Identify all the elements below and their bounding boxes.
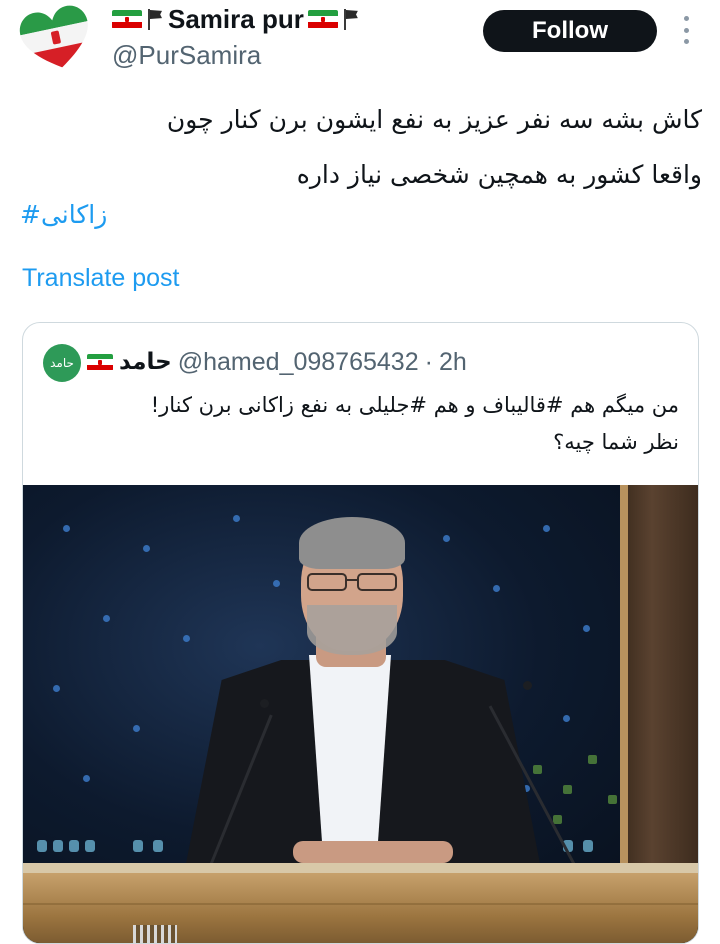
- hashtag-link[interactable]: زاکانی#: [20, 200, 130, 229]
- quote-text: من میگم هم #قالیباف و هم #جلیلی به نفع ز…: [150, 393, 679, 454]
- translate-post-link[interactable]: Translate post: [22, 264, 179, 293]
- author-display-name[interactable]: Samira pur: [168, 4, 304, 35]
- black-flag-icon: [146, 8, 164, 30]
- iran-flag-icon: [112, 9, 142, 29]
- separator-dot: ·: [424, 347, 433, 376]
- follow-button[interactable]: Follow: [483, 10, 657, 52]
- iran-flag-icon: [87, 353, 113, 371]
- quote-header: حامد @hamed_098765432 · 2h: [87, 345, 467, 379]
- podium: [23, 873, 698, 943]
- author-name-row[interactable]: Samira pur: [112, 4, 360, 34]
- author-avatar[interactable]: [18, 4, 94, 72]
- quote-timestamp[interactable]: 2h: [439, 348, 467, 377]
- quote-author-handle[interactable]: @hamed_098765432: [178, 348, 419, 377]
- quote-media-image[interactable]: [23, 485, 698, 943]
- black-flag-icon: [342, 8, 360, 30]
- glasses-icon: [303, 573, 401, 593]
- quoted-tweet-card[interactable]: حامد حامد @hamed_098765432 · 2h من میگم …: [22, 322, 699, 944]
- quote-author-name[interactable]: حامد: [119, 349, 172, 375]
- author-handle[interactable]: @PurSamira: [112, 40, 261, 71]
- iran-flag-icon: [307, 9, 338, 29]
- more-vertical-icon[interactable]: [680, 16, 692, 44]
- tweet-text: کاش بشه سه نفر عزیز به نفع ایشون برن کنا…: [166, 105, 702, 189]
- quote-author-avatar[interactable]: حامد: [43, 344, 81, 382]
